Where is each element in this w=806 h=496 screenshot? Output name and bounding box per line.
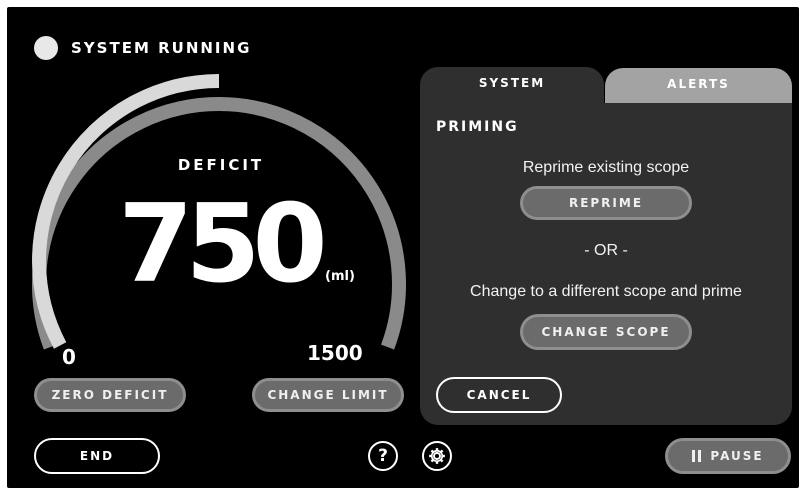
- gauge-max-label: 1500: [307, 341, 363, 365]
- deficit-value: 750: [118, 182, 327, 307]
- pause-label: PAUSE: [710, 449, 764, 463]
- gear-icon: [429, 448, 445, 464]
- change-scope-button[interactable]: CHANGE SCOPE: [520, 314, 692, 350]
- help-button[interactable]: ?: [368, 441, 398, 471]
- reprime-description: Reprime existing scope: [522, 159, 690, 176]
- end-button[interactable]: END: [34, 438, 160, 474]
- settings-button[interactable]: [422, 441, 452, 471]
- or-separator: - OR -: [584, 242, 628, 259]
- tab-alerts-label: ALERTS: [667, 77, 730, 91]
- deficit-label: DEFICIT: [177, 156, 265, 174]
- priming-panel: PRIMING Reprime existing scope REPRIME -…: [420, 103, 792, 425]
- change-scope-description: Change to a different scope and prime: [470, 283, 742, 300]
- gauge-min-label: 0: [62, 345, 76, 369]
- deficit-unit: (ml): [325, 269, 355, 284]
- pause-button[interactable]: PAUSE: [665, 438, 791, 474]
- question-mark-icon: ?: [378, 445, 388, 466]
- pause-icon: [692, 450, 702, 462]
- device-screen: SYSTEM RUNNING DEFICIT 750 (ml) 0 1500 Z…: [7, 7, 799, 488]
- change-limit-button[interactable]: CHANGE LIMIT: [252, 378, 404, 412]
- tab-alerts[interactable]: ALERTS: [605, 68, 792, 104]
- reprime-button[interactable]: REPRIME: [520, 186, 692, 220]
- cancel-button[interactable]: CANCEL: [436, 377, 562, 413]
- zero-deficit-button[interactable]: ZERO DEFICIT: [34, 378, 186, 412]
- section-title: PRIMING: [436, 119, 519, 135]
